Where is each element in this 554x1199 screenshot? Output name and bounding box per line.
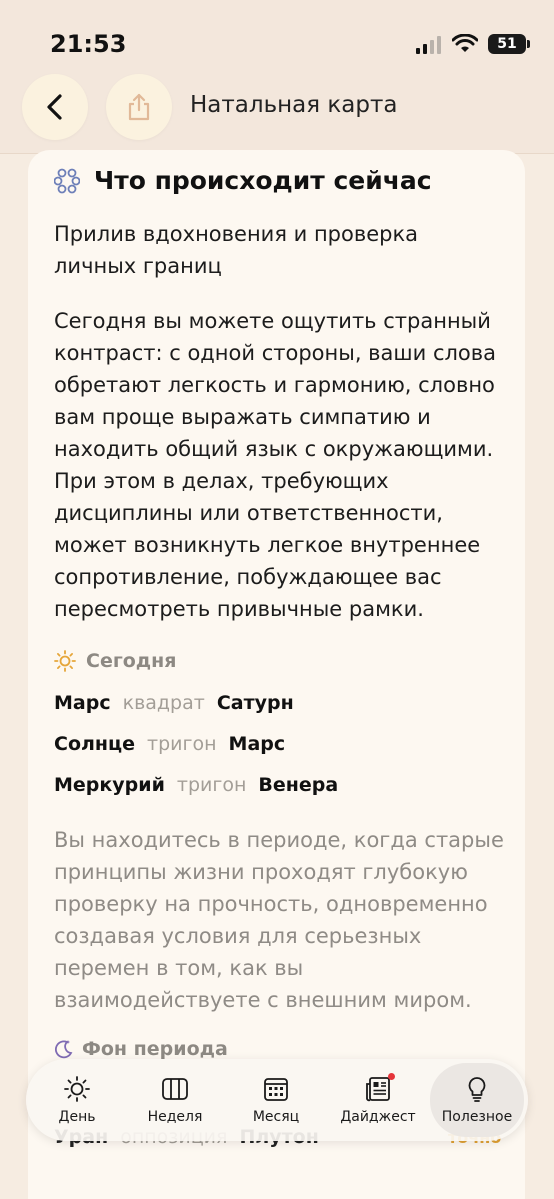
aspect-row: Меркурий тригон Венера	[54, 774, 338, 796]
share-button[interactable]	[106, 74, 172, 140]
aspect-row: Солнце тригон Марс	[54, 733, 285, 755]
section-header: Что происходит сейчас	[54, 166, 432, 195]
battery-icon: 51	[488, 34, 530, 54]
tab-label: Дайджест	[340, 1109, 416, 1125]
section-paragraph: Сегодня вы можете ощутить странный контр…	[54, 309, 497, 621]
today-label: Сегодня	[86, 650, 177, 672]
newspaper-icon	[364, 1073, 395, 1103]
planet-name: Марс	[54, 692, 111, 714]
cellular-signal-icon	[416, 34, 442, 54]
sun-icon	[64, 1076, 90, 1102]
wifi-icon	[452, 34, 478, 52]
sun-icon	[54, 650, 76, 672]
share-icon	[128, 93, 150, 121]
planet-name: Солнце	[54, 733, 136, 755]
notification-dot	[388, 1073, 395, 1080]
section-subtitle: Прилив вдохновения и проверка личных гра…	[54, 222, 419, 278]
bottom-tab-bar: День Неделя Месяц Дайджест Полезное	[26, 1059, 528, 1141]
status-bar: 21:53 51	[0, 0, 554, 80]
page-title: Натальная карта	[190, 92, 398, 118]
tab-digest[interactable]: Дайджест	[328, 1059, 428, 1141]
tab-label: День	[58, 1109, 96, 1125]
week-columns-icon	[162, 1078, 188, 1100]
lightbulb-icon	[468, 1077, 486, 1102]
tab-label: Месяц	[252, 1109, 300, 1125]
tab-label: Полезное	[441, 1109, 513, 1125]
section-title: Что происходит сейчас	[94, 166, 432, 195]
planet-name: Марс	[228, 733, 286, 755]
chevron-left-icon	[47, 94, 62, 120]
tab-month[interactable]: Месяц	[234, 1059, 318, 1141]
period-label: Фон периода	[82, 1038, 228, 1060]
calendar-icon	[264, 1078, 288, 1101]
aspect-row: Марс квадрат Сатурн	[54, 692, 294, 714]
aspect-type: квадрат	[122, 692, 205, 714]
aspect-type: тригон	[176, 774, 247, 796]
tab-useful[interactable]: Полезное	[430, 1063, 524, 1137]
tab-label: Неделя	[147, 1109, 203, 1125]
status-icons: 51	[416, 32, 530, 56]
nav-header: Натальная карта	[0, 70, 554, 154]
tab-day[interactable]: День	[40, 1059, 114, 1141]
battery-level: 51	[497, 36, 517, 52]
period-header: Фон периода	[52, 1038, 228, 1060]
orbits-icon	[54, 168, 80, 193]
tab-week[interactable]: Неделя	[130, 1059, 220, 1141]
planet-name: Меркурий	[54, 774, 165, 796]
today-header: Сегодня	[54, 650, 176, 672]
back-button[interactable]	[22, 74, 88, 140]
today-paragraph: Вы находитесь в периоде, когда старые пр…	[54, 828, 504, 1012]
status-time: 21:53	[50, 30, 127, 58]
planet-name: Сатурн	[216, 692, 294, 714]
moon-icon	[54, 1040, 73, 1059]
planet-name: Венера	[258, 774, 339, 796]
aspect-type: тригон	[147, 733, 217, 755]
